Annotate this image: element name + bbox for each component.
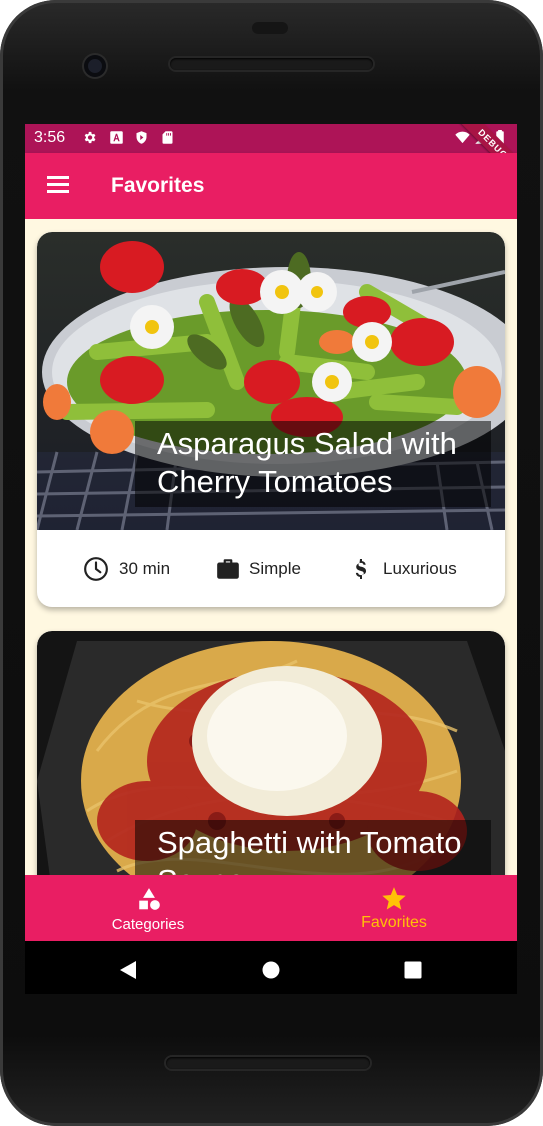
category-icon bbox=[139, 888, 160, 910]
nav-item-favorites[interactable]: Favorites bbox=[271, 875, 517, 941]
clock-icon bbox=[84, 557, 108, 581]
affordability-label: Luxurious bbox=[383, 559, 457, 578]
meal-image-spaghetti: Spaghetti with Tomato Sauce bbox=[37, 631, 505, 875]
duration-label: 30 min bbox=[119, 559, 171, 578]
sd-card-icon bbox=[162, 131, 173, 144]
meal-card[interactable]: Spaghetti with Tomato Sauce bbox=[37, 631, 505, 875]
app-bar: Favorites bbox=[25, 153, 517, 219]
menu-icon-bar bbox=[47, 190, 69, 193]
affordability-info: Luxurious bbox=[349, 556, 457, 582]
front-camera bbox=[84, 55, 106, 77]
meal-title: Asparagus Salad with Cherry Tomatoes bbox=[135, 421, 491, 507]
phone-frame: 3:56 DEBUG Favorites Asparagus Salad wit… bbox=[0, 0, 543, 1126]
nav-label-favorites: Favorites bbox=[361, 914, 427, 931]
nav-label-categories: Categories bbox=[111, 916, 185, 933]
bottom-navigation: Categories Favorites bbox=[25, 875, 517, 941]
earpiece bbox=[252, 22, 288, 34]
overview-icon[interactable] bbox=[404, 961, 422, 979]
meal-image-asparagus-salad: Asparagus Salad with Cherry Tomatoes bbox=[37, 232, 505, 530]
meal-title: Spaghetti with Tomato Sauce bbox=[135, 820, 491, 875]
nav-item-categories[interactable]: Categories bbox=[25, 875, 271, 941]
duration-info: 30 min bbox=[83, 556, 170, 582]
back-icon[interactable] bbox=[119, 960, 137, 980]
system-navigation-bar bbox=[25, 941, 517, 994]
status-bar: 3:56 DEBUG bbox=[25, 124, 517, 187]
meal-info-row: 30 min Simple Luxurious bbox=[37, 530, 505, 607]
font-icon bbox=[110, 131, 123, 144]
shield-play-icon bbox=[136, 131, 147, 144]
complexity-info: Simple bbox=[215, 556, 301, 582]
menu-button[interactable] bbox=[47, 176, 71, 196]
favorites-list[interactable]: Asparagus Salad with Cherry Tomatoes 30 … bbox=[25, 219, 517, 875]
menu-icon-bar bbox=[47, 183, 69, 186]
meal-card[interactable]: Asparagus Salad with Cherry Tomatoes 30 … bbox=[37, 232, 505, 607]
menu-icon-bar bbox=[47, 176, 69, 179]
settings-icon bbox=[84, 131, 96, 144]
top-speaker bbox=[170, 58, 373, 70]
page-title: Favorites bbox=[111, 174, 205, 197]
complexity-label: Simple bbox=[249, 559, 301, 578]
bottom-speaker bbox=[166, 1057, 370, 1069]
briefcase-icon bbox=[217, 559, 239, 579]
status-time: 3:56 bbox=[34, 129, 66, 146]
star-icon bbox=[382, 887, 406, 910]
dollar-icon bbox=[355, 559, 366, 579]
screen: 3:56 DEBUG Favorites Asparagus Salad wit… bbox=[25, 124, 517, 994]
home-icon[interactable] bbox=[262, 961, 280, 979]
wifi-icon bbox=[455, 131, 470, 144]
